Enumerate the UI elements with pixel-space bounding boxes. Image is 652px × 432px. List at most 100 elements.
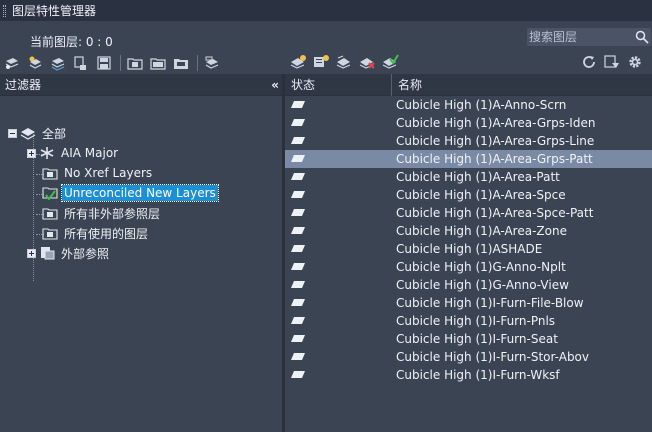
table-row[interactable]: Cubicle High (1)I-Furn-File-Blow (285, 294, 652, 312)
layer-status-icon (291, 263, 305, 270)
new-vp-frozen-layer-icon[interactable] (312, 54, 330, 70)
filter-toolbar (3, 54, 226, 72)
tree-node-all-used-layers[interactable]: 所有使用的图层 (42, 224, 150, 242)
table-row[interactable]: Cubicle High (1)A-Area-Grps-Patt (285, 150, 652, 168)
layer-status-icon (291, 245, 305, 252)
delete-layer-icon[interactable] (358, 54, 376, 70)
layer-status-cell (285, 316, 396, 326)
layer-name-cell: Cubicle High (1)A-Area-Patt (396, 170, 560, 184)
layer-status-icon (291, 101, 305, 108)
expand-toggle-icon[interactable] (27, 148, 36, 158)
layer-status-icon (291, 155, 305, 162)
table-row[interactable]: Cubicle High (1)I-Furn-Stor-Abov (285, 348, 652, 366)
tree-node-label: 所有非外部参照层 (64, 206, 161, 221)
xref-icon (39, 246, 55, 260)
table-row[interactable]: Cubicle High (1)I-Furn-Seat (285, 330, 652, 348)
tree-node-label: 外部参照 (61, 246, 110, 261)
layer-walk-icon[interactable] (335, 54, 353, 70)
layers-icon (20, 126, 36, 140)
collapse-panel-icon[interactable]: « (271, 78, 279, 92)
table-row[interactable]: Cubicle High (1)ASHADE (285, 240, 652, 258)
tree-node-aia-major[interactable]: AIA Major (27, 144, 120, 162)
tree-node-unreconciled-new-layers[interactable]: Unreconciled New Layers (42, 184, 219, 202)
table-row[interactable]: Cubicle High (1)G-Anno-View (285, 276, 652, 294)
layer-status-icon (291, 119, 305, 126)
layer-name-cell: Cubicle High (1)A-Area-Grps-Line (396, 134, 595, 148)
property-filter-icon (42, 206, 58, 220)
current-layer-label: 当前图层: 0 : 0 (30, 35, 113, 49)
filter-panel-header: 过滤器 « (0, 74, 282, 96)
table-row[interactable]: Cubicle High (1)G-Anno-Nplt (285, 258, 652, 276)
layer-status-icon (291, 371, 305, 378)
layer-name-cell: Cubicle High (1)A-Area-Grps-Iden (396, 116, 596, 130)
settings-dialog-icon[interactable] (603, 54, 621, 70)
vp-freeze-icon[interactable] (203, 55, 221, 71)
layer-name-cell: Cubicle High (1)A-Area-Zone (396, 224, 567, 238)
layer-status-icon (291, 299, 305, 306)
table-row[interactable]: Cubicle High (1)A-Area-Spce (285, 186, 652, 204)
layer-status-cell (285, 154, 396, 164)
grid-rows: Cubicle High (1)A-Anno-Scrn Cubicle High … (285, 96, 652, 384)
tree-node-all[interactable]: 全部 (8, 124, 68, 142)
filter-panel: 过滤器 « 全部 AIA Major No Xref Layers Unreco… (0, 74, 282, 432)
set-current-icon[interactable] (381, 54, 399, 70)
tree-node-non-xref-layers[interactable]: 所有非外部参照层 (42, 204, 162, 222)
table-row[interactable]: Cubicle High (1)A-Area-Zone (285, 222, 652, 240)
search-box[interactable] (527, 28, 651, 46)
layer-name-cell: Cubicle High (1)ASHADE (396, 242, 543, 256)
table-row[interactable]: Cubicle High (1)A-Area-Spce-Patt (285, 204, 652, 222)
tree-node-xrefs[interactable]: 外部参照 (27, 244, 111, 262)
layer-status-icon (291, 173, 305, 180)
layer-status-cell (285, 136, 396, 146)
table-row[interactable]: Cubicle High (1)A-Area-Grps-Line (285, 132, 652, 150)
collapse-toggle-icon[interactable] (8, 128, 17, 138)
layer-name-cell: Cubicle High (1)A-Area-Spce-Patt (396, 206, 594, 220)
layer-status-icon (291, 137, 305, 144)
layer-name-cell: Cubicle High (1)G-Anno-View (396, 278, 569, 292)
layer-status-cell (285, 262, 396, 272)
column-header-name[interactable]: 名称 (392, 76, 422, 93)
layer-name-cell: Cubicle High (1)I-Furn-Seat (396, 332, 558, 346)
gear-icon[interactable] (626, 54, 644, 70)
new-property-filter-icon[interactable] (3, 55, 21, 71)
folder-icon[interactable] (149, 55, 167, 71)
table-row[interactable]: Cubicle High (1)I-Furn-Pnls (285, 312, 652, 330)
new-group-filter-icon[interactable] (26, 55, 44, 71)
drag-grip[interactable] (3, 4, 6, 17)
layer-status-icon (291, 317, 305, 324)
save-layer-icon[interactable] (95, 55, 113, 71)
table-row[interactable]: Cubicle High (1)I-Furn-Wksf (285, 366, 652, 384)
layer-status-cell (285, 118, 396, 128)
table-row[interactable]: Cubicle High (1)A-Area-Grps-Iden (285, 114, 652, 132)
unreconciled-filter-icon (42, 186, 58, 200)
layer-status-cell (285, 280, 396, 290)
group-filter-icon (39, 146, 55, 160)
expand-toggle-icon[interactable] (27, 248, 36, 258)
layer-settings-icon[interactable] (72, 55, 90, 71)
grid-toolbar (580, 54, 649, 70)
new-layer-icon[interactable] (289, 54, 307, 70)
layer-status-cell (285, 244, 396, 254)
refresh-icon[interactable] (580, 54, 598, 70)
tree-node-no-xref-layers[interactable]: No Xref Layers (42, 164, 154, 182)
search-icon[interactable] (635, 30, 649, 44)
layer-name-cell: Cubicle High (1)A-Area-Grps-Patt (396, 152, 593, 166)
toolbar-separator (197, 55, 198, 71)
layer-status-icon (291, 191, 305, 198)
search-input[interactable] (527, 28, 631, 46)
title-bar[interactable]: 图层特性管理器 (0, 0, 652, 21)
layer-states-icon[interactable] (49, 55, 67, 71)
table-row[interactable]: Cubicle High (1)A-Anno-Scrn (285, 96, 652, 114)
folder-move-icon[interactable] (172, 55, 190, 71)
layer-name-cell: Cubicle High (1)I-Furn-Pnls (396, 314, 556, 328)
layer-toolbar (289, 54, 404, 70)
tree-node-label: 全部 (42, 126, 67, 141)
table-row[interactable]: Cubicle High (1)A-Area-Patt (285, 168, 652, 186)
property-filter-icon (42, 226, 58, 240)
new-filter-folder-icon[interactable] (126, 55, 144, 71)
layer-name-cell: Cubicle High (1)I-Furn-Wksf (396, 368, 560, 382)
layer-name-cell: Cubicle High (1)I-Furn-File-Blow (396, 296, 584, 310)
layer-status-cell (285, 172, 396, 182)
layer-name-cell: Cubicle High (1)I-Furn-Stor-Abov (396, 350, 590, 364)
column-header-status[interactable]: 状态 (285, 73, 392, 96)
